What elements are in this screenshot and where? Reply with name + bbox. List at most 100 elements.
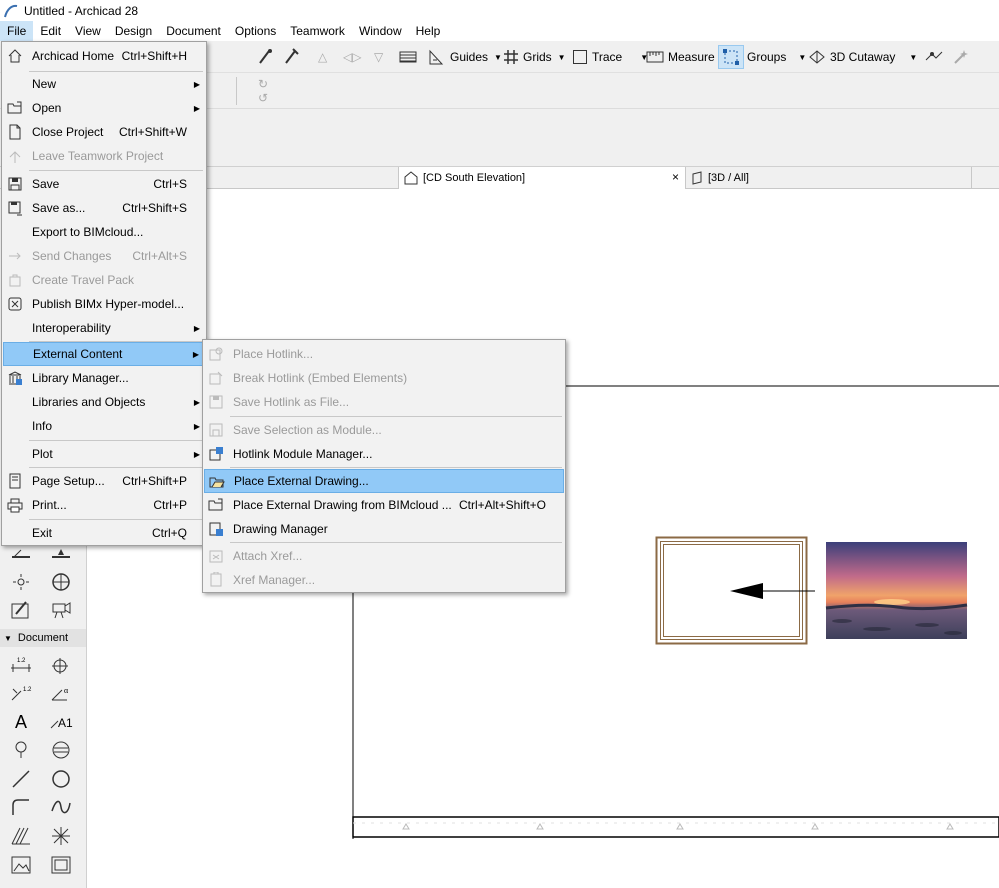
toolbox-document-section[interactable]: ▼ Document [0, 629, 86, 647]
guides-button[interactable]: Guides ▼ [428, 45, 502, 69]
menu-item-save-hotlink-file[interactable]: Save Hotlink as File... [204, 390, 564, 414]
fill-tool-icon[interactable] [48, 738, 74, 762]
menu-help[interactable]: Help [409, 21, 448, 41]
split-icon[interactable] [924, 45, 944, 69]
menu-item-exit[interactable]: Exit Ctrl+Q [3, 521, 205, 545]
menu-item-publish-bimx[interactable]: Publish BIMx Hyper-model... [3, 292, 205, 316]
menu-item-place-external-drawing[interactable]: Place External Drawing... [204, 469, 564, 493]
submenu-arrow-icon: ▶ [193, 79, 200, 89]
library-icon [6, 369, 24, 387]
triangle-down-icon[interactable]: ▽ [374, 45, 383, 69]
shell-tool-icon[interactable] [48, 570, 74, 594]
sunset-image[interactable] [825, 542, 968, 639]
menu-item-archicad-home[interactable]: Archicad Home Ctrl+Shift+H [3, 44, 205, 68]
line-tool-icon[interactable] [8, 767, 34, 791]
radial-dimension-tool-icon[interactable]: 1.2 [8, 681, 34, 705]
menu-document[interactable]: Document [159, 21, 228, 41]
menu-item-send-changes[interactable]: Send Changes Ctrl+Alt+S [3, 244, 205, 268]
menu-item-save[interactable]: Save Ctrl+S [3, 172, 205, 196]
figure-tool-icon[interactable] [8, 853, 34, 877]
pick-up-icon[interactable] [256, 45, 274, 69]
spline-tool-icon[interactable] [48, 795, 74, 819]
hotspot-tool-icon[interactable] [8, 570, 34, 594]
marker-tool-icon[interactable] [8, 738, 34, 762]
menu-item-place-hotlink[interactable]: Place Hotlink... [204, 342, 564, 366]
menu-item-drawing-manager[interactable]: Drawing Manager [204, 517, 564, 541]
menu-item-xref-manager[interactable]: Xref Manager... [204, 568, 564, 592]
menu-item-close-project[interactable]: Close Project Ctrl+Shift+W [3, 120, 205, 144]
menu-separator [29, 170, 203, 171]
external-content-submenu: Place Hotlink... Break Hotlink (Embed El… [202, 339, 566, 593]
hatch-fill-tool-icon[interactable] [8, 824, 34, 848]
grids-icon [504, 50, 518, 64]
menu-edit[interactable]: Edit [33, 21, 68, 41]
text-tool-icon[interactable]: A [8, 710, 34, 734]
menu-view[interactable]: View [68, 21, 108, 41]
menu-item-leave-teamwork[interactable]: Leave Teamwork Project [3, 144, 205, 168]
magic-wand-icon[interactable] [952, 45, 970, 69]
hotspot-star-tool-icon[interactable] [48, 824, 74, 848]
dimension-tool-icon[interactable]: 1.2 [8, 653, 34, 677]
morph-edit-tool-icon[interactable] [8, 598, 34, 622]
label-tool-icon[interactable]: A1 [48, 710, 74, 734]
archicad-logo-icon [4, 4, 18, 17]
menu-item-library-manager[interactable]: Library Manager... [3, 366, 205, 390]
svg-text:A1: A1 [58, 716, 73, 730]
mirror-icon[interactable]: ◁▷ [343, 45, 361, 69]
menu-design[interactable]: Design [108, 21, 159, 41]
menu-item-attach-xref[interactable]: Attach Xref... [204, 544, 564, 568]
menu-separator [29, 519, 203, 520]
grids-button[interactable]: Grids ▼ [503, 45, 566, 69]
measure-button[interactable]: Measure [646, 45, 715, 69]
menu-options[interactable]: Options [228, 21, 283, 41]
menu-item-save-selection-module[interactable]: Save Selection as Module... [204, 418, 564, 442]
menu-item-hotlink-module-manager[interactable]: Hotlink Module Manager... [204, 442, 564, 466]
menu-item-interoperability[interactable]: Interoperability ▶ [3, 316, 205, 340]
submenu-arrow-icon: ▶ [192, 349, 199, 359]
menu-file[interactable]: File [0, 21, 34, 41]
menu-item-plot[interactable]: Plot ▶ [3, 442, 205, 466]
circle-tool-icon[interactable] [48, 767, 74, 791]
camera-tool-icon[interactable] [48, 598, 74, 622]
submenu-arrow-icon: ▶ [193, 449, 200, 459]
menu-item-info[interactable]: Info ▶ [3, 414, 205, 438]
menu-item-new[interactable]: New ▶ [3, 72, 205, 96]
undo-icon[interactable]: ↺ [258, 91, 268, 105]
inject-icon[interactable] [282, 45, 300, 69]
select-groups-icon[interactable] [718, 45, 744, 69]
drawing-tool-icon[interactable] [48, 853, 74, 877]
trace-button[interactable]: Trace ▼ [572, 45, 648, 69]
cutaway-button[interactable]: 3D Cutaway ▼ [808, 45, 917, 69]
menu-item-export-bimcloud[interactable]: Export to BIMcloud... [3, 220, 205, 244]
open-folder-icon [6, 99, 24, 117]
svg-text:1.2: 1.2 [23, 687, 32, 693]
menu-item-place-drawing-bimcloud[interactable]: Place External Drawing from BIMcloud ...… [204, 493, 564, 517]
menu-teamwork[interactable]: Teamwork [283, 21, 352, 41]
level-dimension-tool-icon[interactable] [48, 653, 74, 677]
menu-item-save-as[interactable]: Save as... Ctrl+Shift+S [3, 196, 205, 220]
place-drawing-bimcloud-icon [207, 496, 225, 514]
menu-item-external-content[interactable]: External Content ▶ [3, 342, 205, 366]
close-project-icon [6, 123, 24, 141]
tab-3d-all[interactable]: [3D / All] [686, 167, 972, 189]
menu-item-page-setup[interactable]: Page Setup... Ctrl+Shift+P [3, 469, 205, 493]
menu-item-open[interactable]: Open ▶ [3, 96, 205, 120]
submenu-arrow-icon: ▶ [193, 103, 200, 113]
triangle-up-icon[interactable]: △ [318, 45, 327, 69]
menu-item-break-hotlink[interactable]: Break Hotlink (Embed Elements) [204, 366, 564, 390]
fill-pattern-icon[interactable] [399, 45, 417, 69]
polyline-tool-icon[interactable] [8, 795, 34, 819]
groups-button[interactable]: Groups ▼ [747, 45, 806, 69]
menu-item-libraries-objects[interactable]: Libraries and Objects ▶ [3, 390, 205, 414]
redo-icon[interactable]: ↻ [258, 77, 268, 91]
tab-cd-south-elevation[interactable]: [CD South Elevation] × [398, 167, 686, 189]
close-tab-icon[interactable]: × [672, 170, 679, 184]
menu-item-create-travel-pack[interactable]: Create Travel Pack [3, 268, 205, 292]
window-title: Untitled - Archicad 28 [24, 3, 139, 18]
menu-bar: File Edit View Design Document Options T… [0, 21, 999, 41]
angle-dimension-tool-icon[interactable]: α [48, 681, 74, 705]
bimx-icon [6, 295, 24, 313]
menu-item-print[interactable]: Print... Ctrl+P [3, 493, 205, 517]
menu-window[interactable]: Window [352, 21, 409, 41]
save-module-icon [207, 421, 225, 439]
